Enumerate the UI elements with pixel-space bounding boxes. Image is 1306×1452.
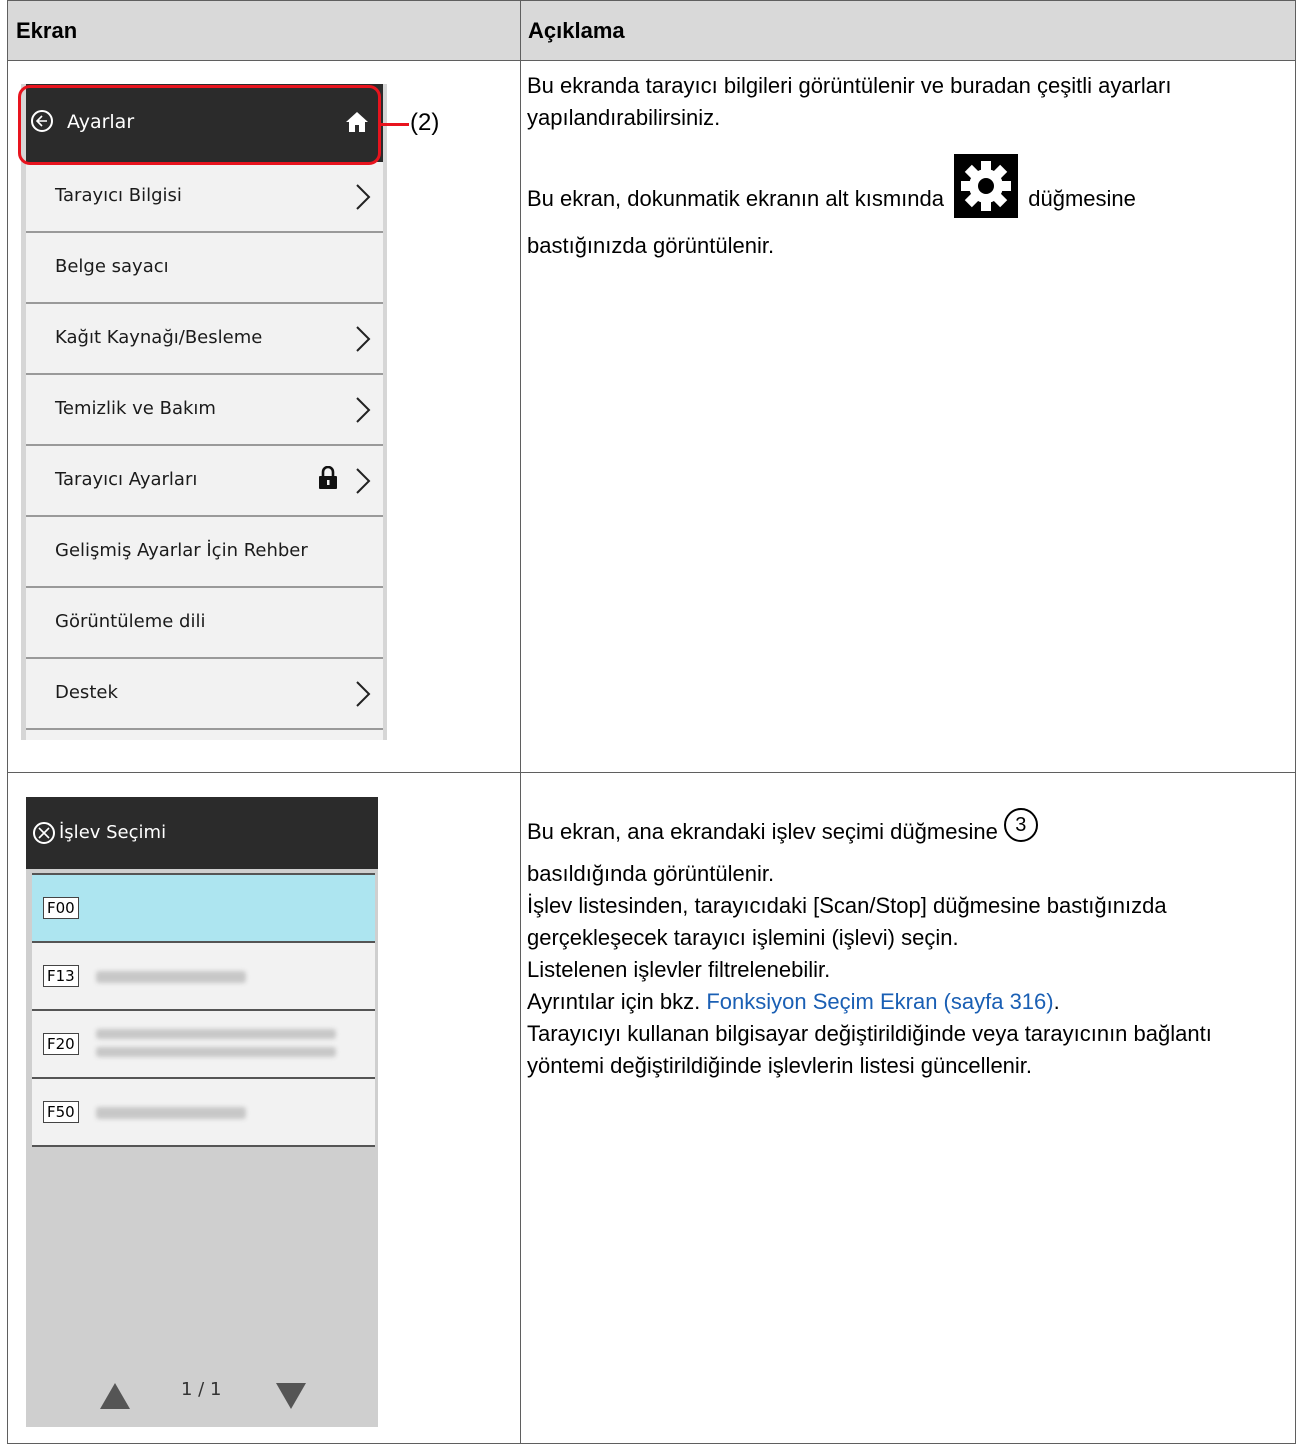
function-list-item: F20 bbox=[32, 1011, 375, 1079]
settings-item-label: Destek bbox=[55, 682, 118, 703]
blurred-function-name bbox=[96, 1029, 336, 1039]
function-list: F00 F13 F20 F50 bbox=[32, 873, 375, 1243]
row2-desc-line-4: Listelenen işlevler filtrelenebilir. bbox=[527, 957, 831, 983]
chevron-right-icon bbox=[355, 183, 371, 216]
row2-desc-line-6: Tarayıcıyı kullanan bilgisayar değiştiri… bbox=[527, 1021, 1212, 1079]
row-divider bbox=[8, 772, 1295, 773]
function-selection-button-icon: 3 bbox=[1003, 808, 1038, 843]
row2-desc-line-5: Ayrıntılar için bkz. Fonksiyon Seçim Ekr… bbox=[527, 986, 1277, 1018]
function-selection-screen-link[interactable]: Fonksiyon Seçim Ekran (sayfa 316) bbox=[706, 989, 1053, 1014]
column-header-description: Açıklama bbox=[528, 18, 625, 43]
settings-item-support: Destek bbox=[26, 659, 383, 730]
page-up-icon bbox=[98, 1381, 132, 1416]
desc-text: Bu ekran, dokunmatik ekranın alt kısmınd… bbox=[527, 185, 944, 211]
row2-description: Bu ekran, ana ekrandaki işlev seçimi düğ… bbox=[527, 808, 1277, 1082]
row1-desc-paragraph-2: Bu ekran, dokunmatik ekranın alt kısmınd… bbox=[527, 154, 1277, 222]
table-header: Ekran Açıklama bbox=[8, 1, 1295, 61]
desc-text: düğmesine bbox=[1028, 185, 1136, 211]
function-list-item: F00 bbox=[32, 875, 375, 943]
function-list-item: F13 bbox=[32, 943, 375, 1011]
gear-icon bbox=[954, 154, 1019, 218]
settings-item-advanced-guide: Gelişmiş Ayarlar İçin Rehber bbox=[26, 517, 383, 588]
settings-item-scanner-settings: Tarayıcı Ayarları bbox=[26, 446, 383, 517]
desc-text: Ayrıntılar için bkz. bbox=[527, 989, 701, 1015]
settings-item-scanner-info: Tarayıcı Bilgisi bbox=[26, 162, 383, 233]
row1-description: Bu ekranda tarayıcı bilgileri görüntülen… bbox=[527, 70, 1277, 262]
column-divider bbox=[520, 1, 521, 1443]
blurred-function-name bbox=[96, 1107, 246, 1119]
lock-icon bbox=[318, 465, 338, 495]
settings-screen-image: Ayarlar Tarayıcı Bilgisi Belge sayacı Ka… bbox=[21, 84, 387, 740]
function-list-item: F50 bbox=[32, 1079, 375, 1147]
settings-item-display-language: Görüntüleme dili bbox=[26, 588, 383, 659]
function-key-badge: F50 bbox=[43, 1101, 79, 1123]
function-key-badge: F13 bbox=[43, 965, 79, 987]
function-key-badge: F20 bbox=[43, 1033, 79, 1055]
settings-item-document-counter: Belge sayacı bbox=[26, 233, 383, 304]
function-selection-header: İşlev Seçimi bbox=[26, 797, 378, 869]
settings-item-cleaning: Temizlik ve Bakım bbox=[26, 375, 383, 446]
page-down-icon bbox=[274, 1381, 308, 1416]
settings-item-label: Görüntüleme dili bbox=[55, 611, 206, 632]
settings-item-label: Kağıt Kaynağı/Besleme bbox=[55, 327, 263, 348]
row2-desc-line-1: Bu ekran, ana ekrandaki işlev seçimi düğ… bbox=[527, 808, 1277, 850]
row2-desc-line-3: İşlev listesinden, tarayıcıdaki [Scan/St… bbox=[527, 893, 1167, 951]
close-icon bbox=[33, 822, 55, 844]
settings-item-label: Tarayıcı Bilgisi bbox=[55, 185, 182, 206]
chevron-right-icon bbox=[355, 396, 371, 429]
blurred-function-name bbox=[96, 1047, 336, 1057]
settings-item-paper-source: Kağıt Kaynağı/Besleme bbox=[26, 304, 383, 375]
row1-desc-paragraph-1: Bu ekranda tarayıcı bilgileri görüntülen… bbox=[527, 73, 1172, 130]
page-indicator: 1 / 1 bbox=[181, 1379, 222, 1400]
settings-item-label: Gelişmiş Ayarlar İçin Rehber bbox=[55, 540, 308, 561]
chevron-right-icon bbox=[355, 325, 371, 358]
pagination: 1 / 1 bbox=[26, 1375, 378, 1415]
highlight-frame bbox=[18, 85, 381, 165]
blurred-function-name bbox=[96, 971, 246, 983]
column-header-screen: Ekran bbox=[16, 18, 78, 43]
callout-label: (2) bbox=[410, 109, 440, 136]
function-selection-screen-image: İşlev Seçimi F00 F13 F20 F50 1 / 1 bbox=[26, 797, 378, 1427]
chevron-right-icon bbox=[355, 467, 371, 500]
desc-text: . bbox=[1053, 989, 1060, 1015]
chevron-right-icon bbox=[355, 680, 371, 713]
function-selection-title: İşlev Seçimi bbox=[59, 822, 167, 843]
function-key-badge: F00 bbox=[43, 897, 79, 919]
row1-desc-paragraph-3: bastığınızda görüntülenir. bbox=[527, 233, 775, 258]
settings-item-label: Temizlik ve Bakım bbox=[55, 398, 216, 419]
callout-line bbox=[381, 123, 409, 126]
settings-item-label: Tarayıcı Ayarları bbox=[55, 469, 198, 490]
settings-item-label: Belge sayacı bbox=[55, 256, 169, 277]
row2-desc-line-2: basıldığında görüntülenir. bbox=[527, 861, 775, 887]
desc-text: Bu ekran, ana ekrandaki işlev seçimi düğ… bbox=[527, 819, 998, 844]
